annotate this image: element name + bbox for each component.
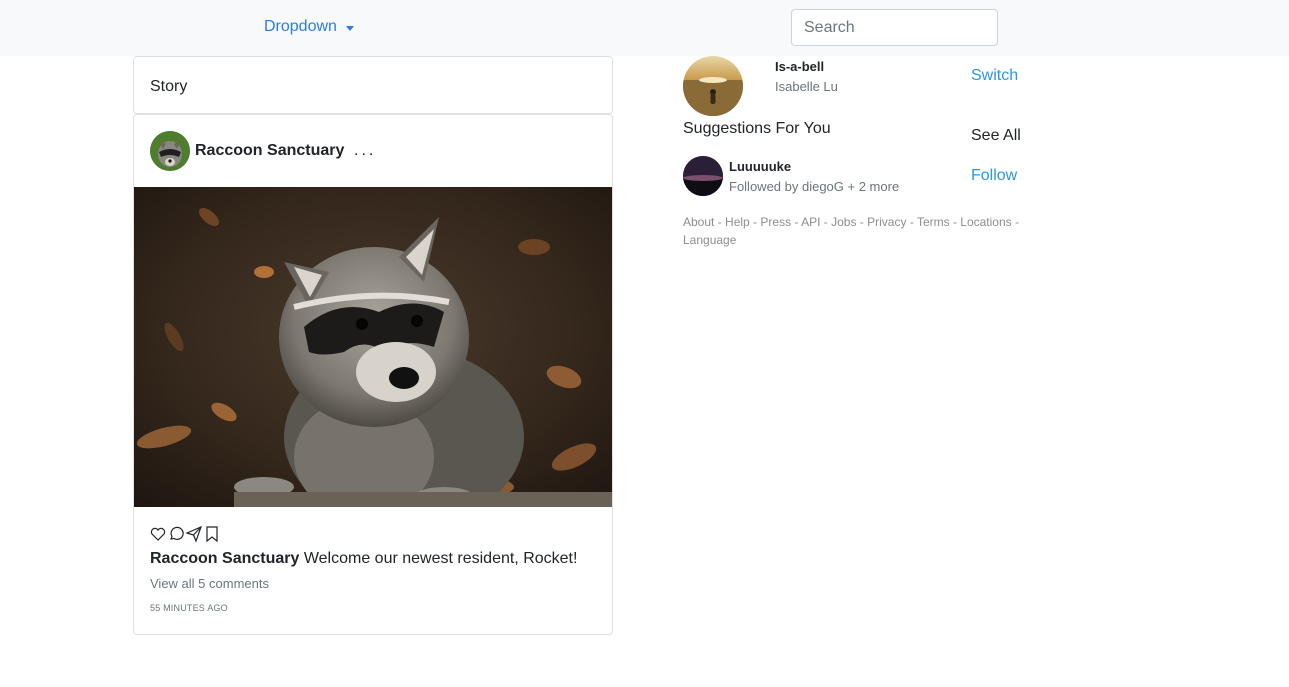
footer-link-press[interactable]: Press xyxy=(760,215,791,229)
bookmark-icon[interactable] xyxy=(204,525,220,543)
footer-link-help[interactable]: Help xyxy=(725,215,750,229)
footer-links: About - Help - Press - API - Jobs - Priv… xyxy=(683,215,1019,247)
post-caption: Raccoon Sanctuary Welcome our newest res… xyxy=(150,550,577,568)
footer-link-privacy[interactable]: Privacy xyxy=(867,215,906,229)
profile-full-name: Isabelle Lu xyxy=(775,79,838,94)
footer-link-language[interactable]: Language xyxy=(683,233,736,247)
post-author-avatar[interactable] xyxy=(150,131,190,171)
profile-photo xyxy=(683,56,743,116)
follow-button[interactable]: Follow xyxy=(971,167,1017,185)
more-options-button[interactable]: ... xyxy=(354,142,376,160)
footer-link-api[interactable]: API xyxy=(801,215,820,229)
raccoon-avatar-image xyxy=(150,131,190,171)
suggestion-username[interactable]: Luuuuuke xyxy=(729,159,791,174)
heart-icon[interactable] xyxy=(150,525,166,543)
story-label: Story xyxy=(150,78,188,95)
post-card: Raccoon Sanctuary ... Raccoon Sanctuary … xyxy=(133,114,613,635)
footer-link-locations[interactable]: Locations xyxy=(960,215,1011,229)
caption-author[interactable]: Raccoon Sanctuary xyxy=(150,550,299,567)
post-timestamp: 55 MINUTES AGO xyxy=(150,603,228,613)
suggestion-followed-by: Followed by diegoG + 2 more xyxy=(729,179,900,194)
dropdown-toggle[interactable]: Dropdown xyxy=(264,18,354,36)
story-card[interactable]: Story xyxy=(133,56,613,114)
profile-avatar[interactable] xyxy=(683,56,743,116)
switch-account-button[interactable]: Switch xyxy=(971,67,1018,85)
footer-link-jobs[interactable]: Jobs xyxy=(831,215,856,229)
suggestions-title: Suggestions For You xyxy=(683,120,831,137)
search-input[interactable] xyxy=(791,9,998,46)
caption-text: Welcome our newest resident, Rocket! xyxy=(299,550,578,567)
footer-link-about[interactable]: About xyxy=(683,215,714,229)
share-icon[interactable] xyxy=(185,525,203,543)
suggestion-avatar[interactable] xyxy=(683,156,723,196)
footer-link-terms[interactable]: Terms xyxy=(917,215,950,229)
see-all-button[interactable]: See All xyxy=(971,127,1021,145)
suggestion-photo xyxy=(683,156,723,196)
post-image[interactable] xyxy=(134,187,612,507)
profile-username[interactable]: Is-a-bell xyxy=(775,59,824,74)
post-author-name[interactable]: Raccoon Sanctuary xyxy=(195,142,344,160)
raccoon-photo xyxy=(134,187,612,507)
view-comments-link[interactable]: View all 5 comments xyxy=(150,576,269,591)
caret-down-icon xyxy=(345,25,354,31)
dropdown-label: Dropdown xyxy=(264,18,337,35)
comment-icon[interactable] xyxy=(168,525,184,543)
post-actions xyxy=(150,525,220,543)
top-navbar: Dropdown xyxy=(0,0,1289,56)
